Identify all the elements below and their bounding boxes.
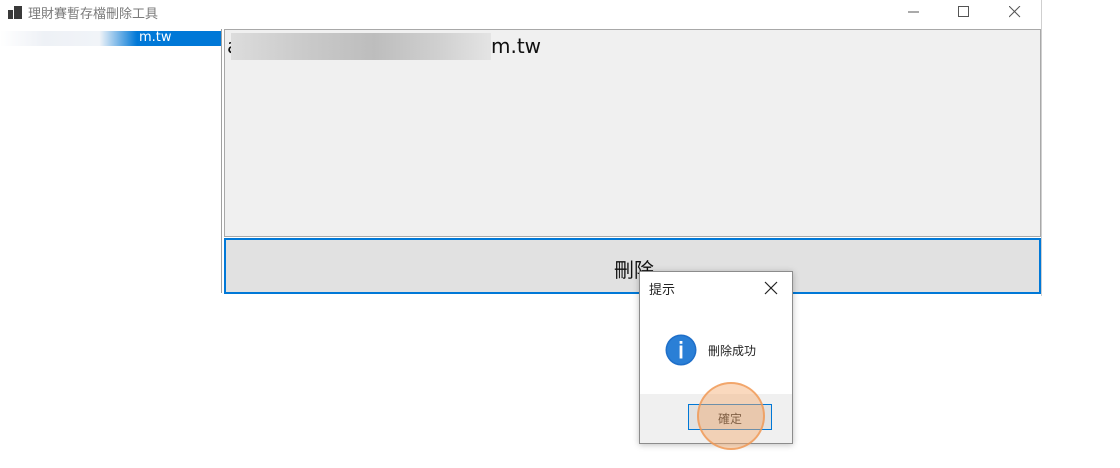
content-textarea[interactable]: a m.tw [224,29,1041,237]
title-bar[interactable]: 理財賽暫存檔刪除工具 [0,0,1041,27]
delete-button[interactable]: 刪除 [224,238,1041,294]
main-window: 理財賽暫存檔刪除工具 m.tw a m.tw 刪除 [0,0,1042,296]
message-dialog: 提示 刪除成功 確定 [639,271,793,444]
dialog-close-button[interactable] [764,280,780,296]
dialog-message: 刪除成功 [708,344,757,358]
ok-button-label: 確定 [717,412,742,426]
textarea-text: m.tw [491,34,542,58]
minimize-icon [908,11,919,13]
app-icon [8,6,22,19]
dialog-title: 提示 [649,283,676,298]
close-icon [1009,6,1021,18]
list-item[interactable]: m.tw [0,30,221,46]
ok-button[interactable]: 確定 [688,404,772,430]
maximize-button[interactable] [941,0,987,26]
close-icon [764,281,778,295]
redacted-region [231,33,491,60]
dialog-footer: 確定 [640,394,792,443]
account-listbox[interactable]: m.tw [0,29,222,293]
info-icon [665,334,697,366]
maximize-icon [958,6,969,17]
close-button[interactable] [992,0,1038,26]
list-item-label: m.tw [139,30,172,45]
minimize-button[interactable] [891,0,937,26]
window-title: 理財賽暫存檔刪除工具 [28,7,159,22]
